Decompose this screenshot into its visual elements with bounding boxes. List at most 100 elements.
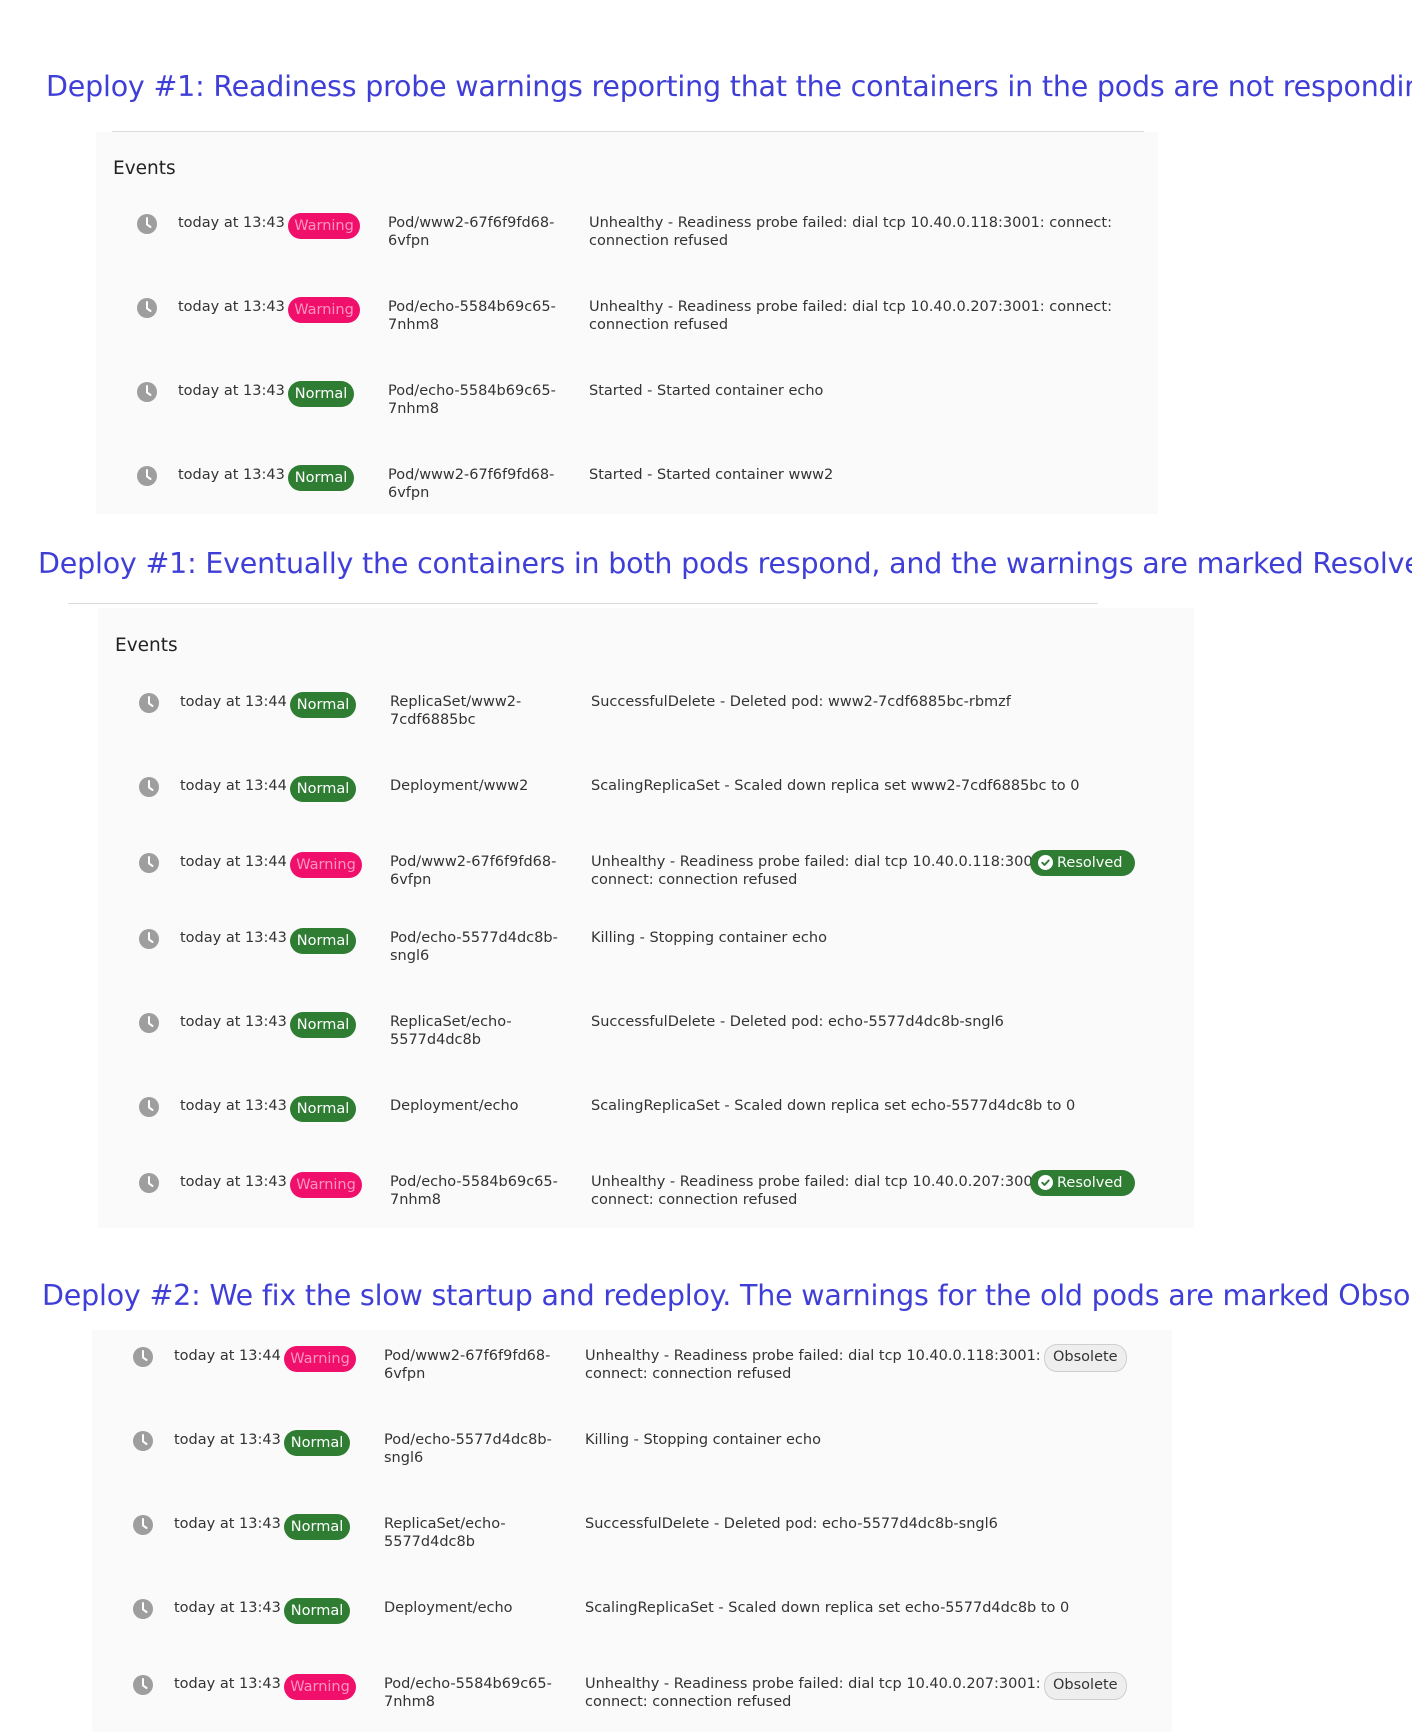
event-row: today at 13:43 Warning Pod/echo-5584b69c… <box>96 296 1158 356</box>
section-heading: Deploy #1: Eventually the containers in … <box>38 547 1412 580</box>
event-message: SuccessfulDelete - Deleted pod: www2-7cd… <box>591 693 1011 711</box>
clock-icon <box>139 1013 159 1033</box>
event-row: today at 13:43 Warning Pod/www2-67f6f9fd… <box>96 212 1158 272</box>
event-time: today at 13:43 <box>180 1014 287 1030</box>
warning-badge: Warning <box>284 1674 356 1700</box>
event-message: Started - Started container www2 <box>589 466 833 484</box>
check-circle-icon <box>1038 855 1053 870</box>
event-source[interactable]: Pod/echo-5577d4dc8b- sngl6 <box>390 929 565 965</box>
source-line: sngl6 <box>390 948 430 964</box>
event-source[interactable]: Pod/www2-67f6f9fd68- 6vfpn <box>388 466 563 502</box>
event-source[interactable]: Pod/echo-5584b69c65- 7nhm8 <box>390 1173 565 1209</box>
clock-icon <box>137 298 157 318</box>
message-line: Unhealthy - Readiness probe failed: dial… <box>591 1174 1047 1190</box>
event-source[interactable]: Deployment/echo <box>390 1097 565 1115</box>
clock-icon <box>139 853 159 873</box>
events-panel: Events today at 13:44 Normal ReplicaSet/… <box>98 608 1194 1228</box>
event-row: today at 13:43 Normal Pod/echo-5584b69c6… <box>96 380 1158 440</box>
source-line: 6vfpn <box>384 1366 426 1382</box>
event-message: Killing - Stopping container echo <box>591 929 827 947</box>
normal-badge: Normal <box>290 1012 356 1038</box>
event-row: today at 13:43 Normal Pod/www2-67f6f9fd6… <box>96 464 1158 524</box>
source-line: Pod/www2-67f6f9fd68- <box>390 854 557 870</box>
divider <box>68 603 1098 604</box>
events-title: Events <box>115 635 178 656</box>
message-line: Unhealthy - Readiness probe failed: dial… <box>585 1676 1041 1692</box>
source-line: 6vfpn <box>388 233 430 249</box>
event-source[interactable]: Pod/echo-5584b69c65- 7nhm8 <box>388 298 563 334</box>
event-row: today at 13:43 Normal Deployment/echo Sc… <box>92 1597 1172 1657</box>
normal-badge: Normal <box>284 1598 350 1624</box>
warning-badge: Warning <box>284 1346 356 1372</box>
source-line: sngl6 <box>384 1450 424 1466</box>
event-source[interactable]: Pod/www2-67f6f9fd68- 6vfpn <box>384 1347 559 1383</box>
source-line: Pod/echo-5577d4dc8b- <box>384 1432 552 1448</box>
clock-icon <box>133 1515 153 1535</box>
status-label: Resolved <box>1057 1175 1123 1191</box>
source-line: 5577d4dc8b <box>390 1032 481 1048</box>
source-line: Pod/www2-67f6f9fd68- <box>384 1348 551 1364</box>
event-source[interactable]: Pod/www2-67f6f9fd68- 6vfpn <box>388 214 563 250</box>
event-source[interactable]: ReplicaSet/echo- 5577d4dc8b <box>384 1515 559 1551</box>
event-time: today at 13:44 <box>180 778 287 794</box>
source-line: ReplicaSet/echo- <box>390 1014 512 1030</box>
source-line: 5577d4dc8b <box>384 1534 475 1550</box>
event-message: ScalingReplicaSet - Scaled down replica … <box>585 1599 1069 1617</box>
source-line: Pod/echo-5584b69c65- <box>388 299 556 315</box>
event-source[interactable]: Pod/echo-5577d4dc8b- sngl6 <box>384 1431 559 1467</box>
clock-icon <box>139 777 159 797</box>
event-time: today at 13:43 <box>174 1600 281 1616</box>
clock-icon <box>139 1097 159 1117</box>
message-line: connection refused <box>589 317 729 333</box>
event-message: Unhealthy - Readiness probe failed: dial… <box>585 1347 1041 1383</box>
source-line: Deployment/echo <box>390 1098 519 1114</box>
event-source[interactable]: Deployment/www2 <box>390 777 565 795</box>
event-row: today at 13:43 Normal Pod/echo-5577d4dc8… <box>92 1429 1172 1489</box>
event-time: today at 13:44 <box>180 694 287 710</box>
source-line: Pod/echo-5584b69c65- <box>384 1676 552 1692</box>
event-row: today at 13:43 Warning Pod/echo-5584b69c… <box>92 1672 1172 1733</box>
clock-icon <box>139 929 159 949</box>
event-source[interactable]: ReplicaSet/www2- 7cdf6885bc <box>390 693 565 729</box>
event-time: today at 13:43 <box>178 383 285 399</box>
event-message: SuccessfulDelete - Deleted pod: echo-557… <box>585 1515 998 1533</box>
source-line: 7nhm8 <box>384 1694 435 1710</box>
resolved-badge: Resolved <box>1030 850 1135 876</box>
normal-badge: Normal <box>290 1096 356 1122</box>
event-source[interactable]: Pod/echo-5584b69c65- 7nhm8 <box>388 382 563 418</box>
clock-icon <box>139 693 159 713</box>
source-line: Pod/echo-5584b69c65- <box>390 1174 558 1190</box>
message-line: SuccessfulDelete - Deleted pod: www2-7cd… <box>591 694 1011 710</box>
event-message: SuccessfulDelete - Deleted pod: echo-557… <box>591 1013 1004 1031</box>
event-message: ScalingReplicaSet - Scaled down replica … <box>591 1097 1075 1115</box>
event-row: today at 13:43 Normal Pod/echo-5577d4dc8… <box>98 927 1194 987</box>
source-line: ReplicaSet/echo- <box>384 1516 506 1532</box>
event-row: today at 13:43 Normal Deployment/echo Sc… <box>98 1095 1194 1155</box>
event-message: Started - Started container echo <box>589 382 823 400</box>
status-label: Obsolete <box>1053 1677 1118 1693</box>
normal-badge: Normal <box>290 928 356 954</box>
source-line: 7nhm8 <box>388 317 439 333</box>
events-panel: Events today at 13:43 Warning Pod/www2-6… <box>96 132 1158 514</box>
event-source[interactable]: Pod/www2-67f6f9fd68- 6vfpn <box>390 853 565 889</box>
message-line: Killing - Stopping container echo <box>585 1432 821 1448</box>
event-source[interactable]: Pod/echo-5584b69c65- 7nhm8 <box>384 1675 559 1711</box>
message-line: Unhealthy - Readiness probe failed: dial… <box>585 1348 1041 1364</box>
message-line: SuccessfulDelete - Deleted pod: echo-557… <box>591 1014 1004 1030</box>
warning-badge: Warning <box>288 297 360 323</box>
clock-icon <box>133 1675 153 1695</box>
event-source[interactable]: Deployment/echo <box>384 1599 559 1617</box>
event-time: today at 13:43 <box>178 215 285 231</box>
source-line: 6vfpn <box>388 485 430 501</box>
normal-badge: Normal <box>288 465 354 491</box>
source-line: Pod/echo-5584b69c65- <box>388 383 556 399</box>
event-source[interactable]: ReplicaSet/echo- 5577d4dc8b <box>390 1013 565 1049</box>
obsolete-badge: Obsolete <box>1044 1672 1127 1700</box>
clock-icon <box>133 1431 153 1451</box>
normal-badge: Normal <box>290 776 356 802</box>
source-line: Pod/echo-5577d4dc8b- <box>390 930 558 946</box>
source-line: Deployment/echo <box>384 1600 513 1616</box>
message-line: Started - Started container www2 <box>589 467 834 483</box>
event-row: today at 13:44 Warning Pod/www2-67f6f9fd… <box>98 850 1194 911</box>
event-row: today at 13:44 Normal ReplicaSet/www2- 7… <box>98 691 1194 751</box>
